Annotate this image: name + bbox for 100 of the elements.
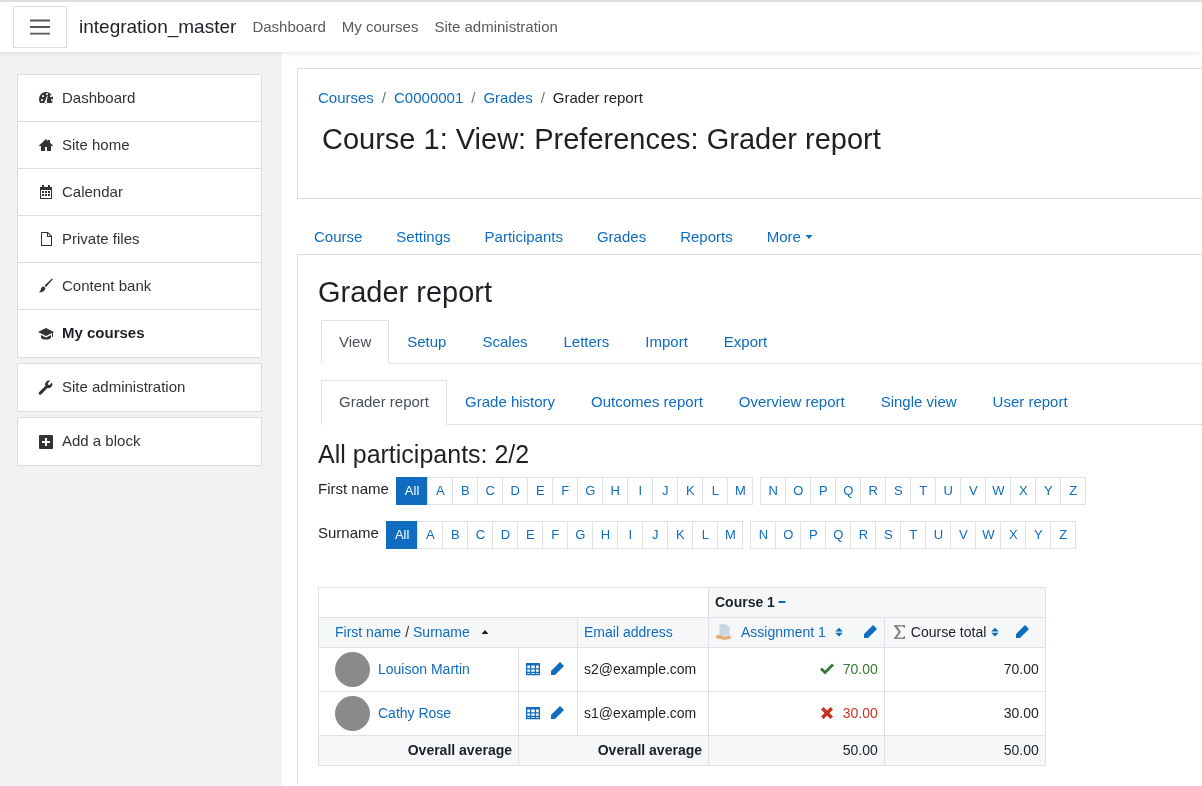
sidebar-item[interactable]: Calendar bbox=[18, 169, 261, 216]
initial-filter[interactable]: D bbox=[502, 476, 529, 505]
student-name-link[interactable]: Cathy Rose bbox=[378, 702, 452, 724]
initial-filter[interactable]: N bbox=[750, 520, 777, 549]
grades-link[interactable] bbox=[525, 662, 541, 677]
nav-link[interactable]: My courses bbox=[333, 15, 427, 39]
sidebar-item[interactable]: My courses bbox=[18, 310, 261, 357]
initial-filter[interactable]: Y bbox=[1035, 476, 1062, 505]
initial-filter[interactable]: K bbox=[677, 476, 704, 505]
tab[interactable]: Letters bbox=[545, 319, 628, 365]
initial-filter[interactable]: R bbox=[850, 520, 877, 549]
tab[interactable]: Scales bbox=[464, 319, 546, 365]
course-nav-link[interactable]: Settings bbox=[379, 225, 468, 248]
initial-filter[interactable]: W bbox=[975, 520, 1002, 549]
course-nav-link[interactable]: Course bbox=[297, 225, 380, 248]
tab[interactable]: Import bbox=[627, 319, 706, 365]
initial-filter[interactable]: Q bbox=[835, 476, 862, 505]
initial-filter[interactable]: M bbox=[717, 520, 744, 549]
initial-filter[interactable]: X bbox=[1000, 520, 1027, 549]
initial-filter[interactable]: K bbox=[667, 520, 694, 549]
breadcrumb-separator: / bbox=[540, 88, 545, 108]
initial-filter[interactable]: A bbox=[427, 476, 454, 505]
tab[interactable]: Grade history bbox=[447, 380, 574, 425]
initial-filter[interactable]: E bbox=[517, 520, 544, 549]
edit-link[interactable] bbox=[549, 661, 565, 678]
initial-filter[interactable]: W bbox=[985, 476, 1012, 505]
initial-filter[interactable]: A bbox=[417, 520, 444, 549]
initial-filter[interactable]: J bbox=[642, 520, 669, 549]
sort-link[interactable]: First name bbox=[335, 621, 402, 643]
sidebar-item[interactable]: Site administration bbox=[18, 364, 261, 411]
initial-filter[interactable]: P bbox=[810, 476, 837, 505]
initial-filter[interactable]: T bbox=[910, 476, 937, 505]
tab[interactable]: Outcomes report bbox=[573, 380, 721, 425]
initial-filter[interactable]: R bbox=[860, 476, 887, 505]
initial-filter[interactable]: H bbox=[602, 476, 629, 505]
initial-filter[interactable]: B bbox=[452, 476, 479, 505]
initial-filter[interactable]: T bbox=[900, 520, 927, 549]
initial-filter[interactable]: Q bbox=[825, 520, 852, 549]
initial-filter[interactable]: M bbox=[727, 476, 754, 505]
course-nav-link[interactable]: More bbox=[749, 225, 830, 248]
site-name[interactable]: integration_master bbox=[79, 12, 237, 42]
menu-button[interactable] bbox=[13, 6, 67, 48]
initial-filter[interactable]: G bbox=[577, 476, 604, 505]
breadcrumb-link[interactable]: C0000001 bbox=[394, 87, 464, 110]
sidebar-item[interactable]: Content bank bbox=[18, 263, 261, 310]
sidebar-item[interactable]: Site home bbox=[18, 122, 261, 169]
initial-filter[interactable]: V bbox=[960, 476, 987, 505]
initial-filter[interactable]: C bbox=[477, 476, 504, 505]
course-nav-link[interactable]: Grades bbox=[579, 225, 664, 248]
initial-filter[interactable]: J bbox=[652, 476, 679, 505]
initial-filter[interactable]: S bbox=[885, 476, 912, 505]
edit-icon bbox=[549, 661, 565, 678]
initial-filter[interactable]: B bbox=[442, 520, 469, 549]
initial-filter[interactable]: I bbox=[627, 476, 654, 505]
initial-filter[interactable]: G bbox=[567, 520, 594, 549]
initial-filter[interactable]: Y bbox=[1025, 520, 1052, 549]
edit-link[interactable] bbox=[549, 705, 565, 722]
initial-filter[interactable]: All bbox=[385, 520, 419, 549]
initial-filter[interactable]: L bbox=[692, 520, 719, 549]
tab[interactable]: User report bbox=[974, 380, 1086, 425]
initial-filter[interactable]: U bbox=[935, 476, 962, 505]
calendar-icon bbox=[38, 184, 54, 200]
tab[interactable]: Single view bbox=[862, 380, 975, 425]
sort-link[interactable]: Surname bbox=[413, 621, 470, 643]
tab[interactable]: View bbox=[321, 319, 390, 365]
breadcrumb-link[interactable]: Courses bbox=[318, 87, 374, 110]
assignment-icon bbox=[715, 623, 733, 642]
breadcrumb-link[interactable]: Grades bbox=[483, 87, 533, 110]
sidebar-item[interactable]: Private files bbox=[18, 216, 261, 263]
initial-filter[interactable]: Z bbox=[1050, 520, 1077, 549]
initial-filter[interactable]: U bbox=[925, 520, 952, 549]
initial-filter[interactable]: F bbox=[542, 520, 569, 549]
initial-filter[interactable]: O bbox=[775, 520, 802, 549]
sidebar-item[interactable]: Add a block bbox=[18, 418, 261, 465]
initial-filter[interactable]: F bbox=[552, 476, 579, 505]
initial-filter[interactable]: X bbox=[1010, 476, 1037, 505]
initial-filter[interactable]: C bbox=[467, 520, 494, 549]
initial-filter[interactable]: H bbox=[592, 520, 619, 549]
sidebar-item[interactable]: Dashboard bbox=[18, 75, 261, 122]
initial-filter[interactable]: Z bbox=[1060, 476, 1087, 505]
tab[interactable]: Grader report bbox=[321, 380, 448, 425]
initial-filter[interactable]: P bbox=[800, 520, 827, 549]
nav-link[interactable]: Site administration bbox=[426, 15, 566, 39]
initial-filter[interactable]: S bbox=[875, 520, 902, 549]
sort-ascending-icon bbox=[479, 628, 490, 637]
initial-filter[interactable]: O bbox=[785, 476, 812, 505]
tab[interactable]: Setup bbox=[389, 319, 465, 365]
course-nav-link[interactable]: Reports bbox=[663, 225, 750, 248]
initial-filter[interactable]: D bbox=[492, 520, 519, 549]
tab[interactable]: Overview report bbox=[720, 380, 863, 425]
initial-filter[interactable]: V bbox=[950, 520, 977, 549]
tab[interactable]: Export bbox=[705, 319, 786, 365]
initial-filter[interactable]: N bbox=[760, 476, 787, 505]
initial-filter[interactable]: All bbox=[395, 476, 429, 505]
course-nav-link[interactable]: Participants bbox=[467, 225, 580, 248]
initial-filter[interactable]: E bbox=[527, 476, 554, 505]
grades-link[interactable] bbox=[525, 706, 541, 721]
nav-link[interactable]: Dashboard bbox=[244, 15, 334, 39]
initial-filter[interactable]: L bbox=[702, 476, 729, 505]
initial-filter[interactable]: I bbox=[617, 520, 644, 549]
